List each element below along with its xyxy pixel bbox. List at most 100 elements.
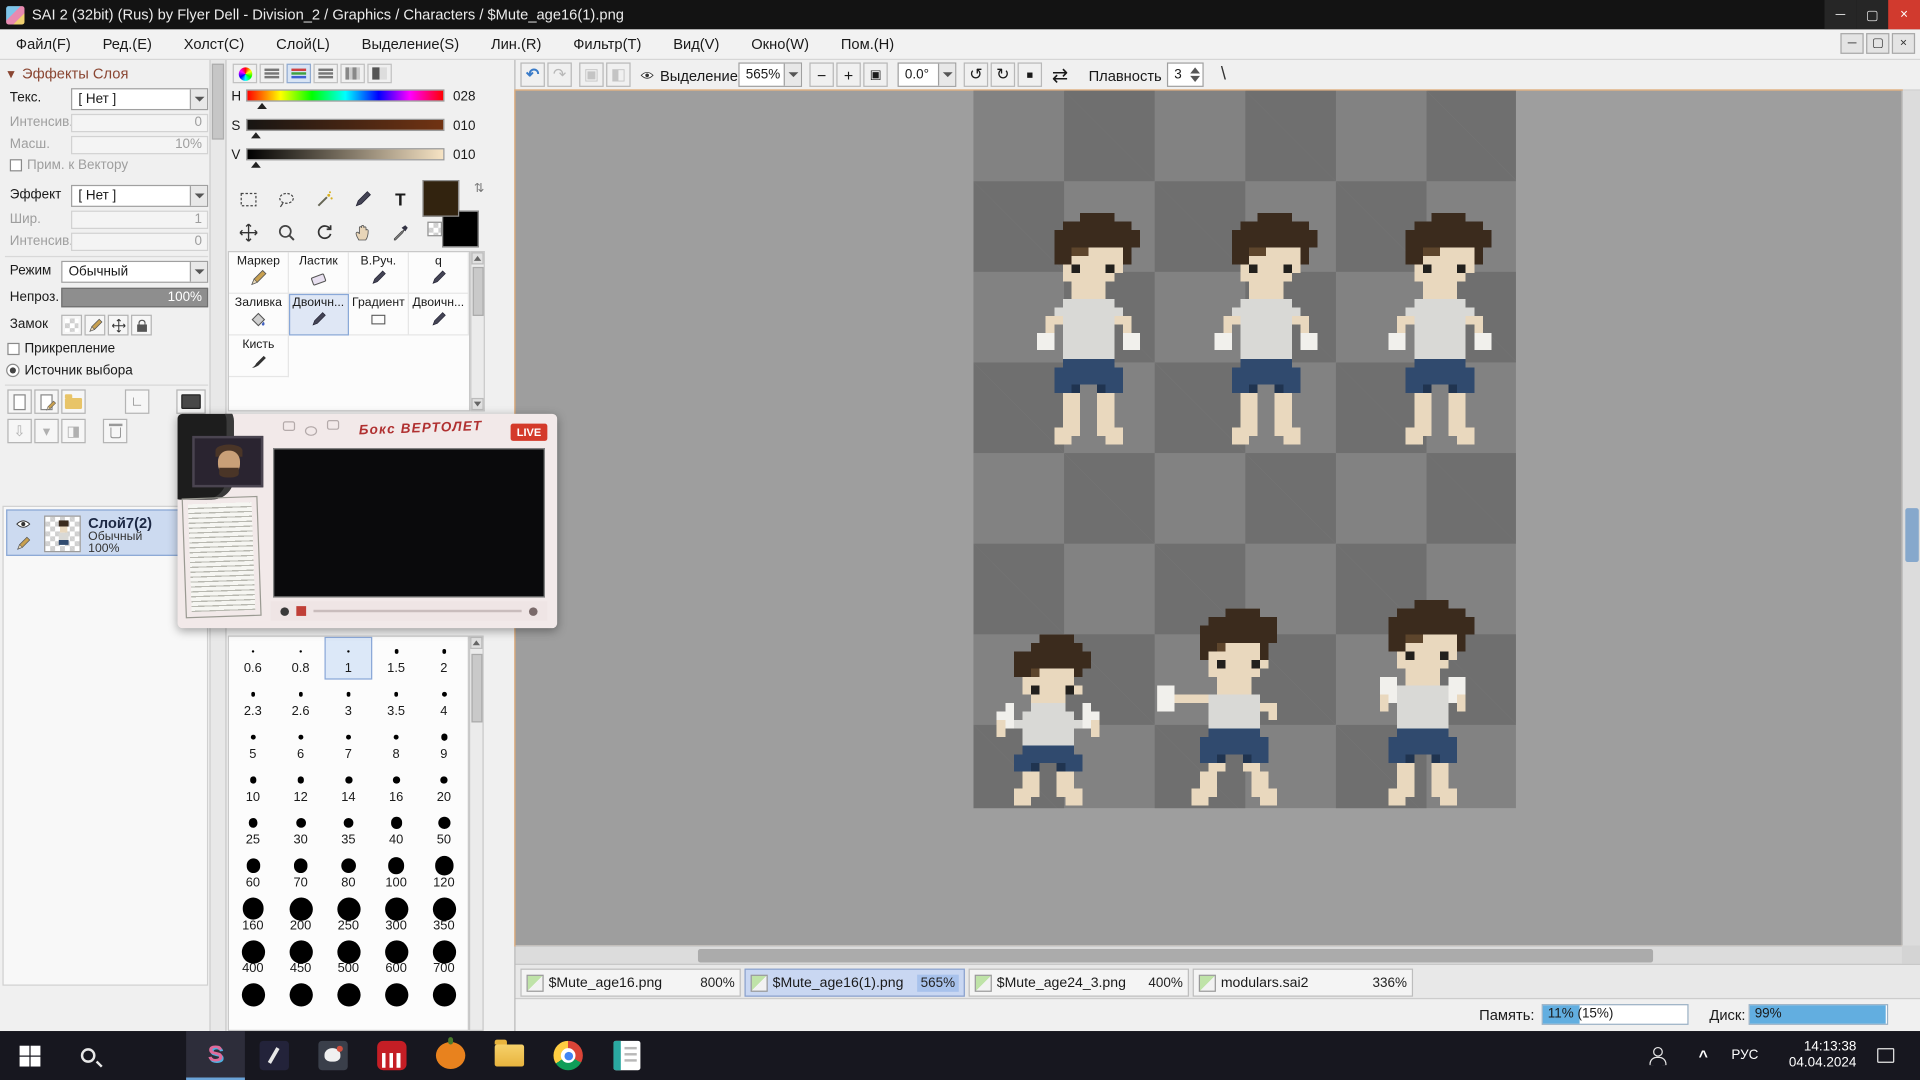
brush-size-item[interactable]: 50 (420, 808, 468, 851)
tray-show-hidden-icons[interactable]: ^ (1685, 1031, 1722, 1080)
clipping-checkbox[interactable] (7, 343, 19, 355)
brush-size-item[interactable]: 8 (372, 722, 420, 765)
texture-dropdown[interactable]: [ Нет ] (71, 88, 208, 110)
brush-size-item[interactable]: 4 (420, 680, 468, 723)
brush-size-item[interactable]: 3.5 (372, 680, 420, 723)
brush-size-item[interactable]: 2.6 (277, 680, 325, 723)
brush-item[interactable]: Двоичн... (409, 294, 469, 336)
zoom-tool[interactable] (268, 217, 305, 249)
swatches-view-button[interactable] (340, 64, 364, 84)
brush-size-item[interactable]: 5 (229, 722, 277, 765)
brush-size-item[interactable]: 30 (277, 808, 325, 851)
opacity-slider[interactable]: 100% (61, 288, 208, 308)
taskbar-app-explorer[interactable] (480, 1031, 539, 1080)
spinner-down-icon[interactable] (1190, 76, 1200, 82)
brush-size-item[interactable]: 35 (324, 808, 372, 851)
brush-item[interactable]: Двоичн... (289, 294, 349, 336)
brush-size-item[interactable] (372, 980, 420, 1023)
brush-size-item[interactable]: 12 (277, 765, 325, 808)
zoom-in-button[interactable]: + (836, 62, 860, 86)
spinner-up-icon[interactable] (1190, 67, 1200, 73)
brush-size-item[interactable]: 6 (277, 722, 325, 765)
brush-size-item[interactable] (420, 980, 468, 1023)
brush-size-item[interactable]: 9 (420, 722, 468, 765)
brush-size-item[interactable]: 120 (420, 851, 468, 894)
brush-size-item[interactable]: 1 (324, 637, 372, 680)
show-view-button[interactable] (176, 389, 205, 413)
brush-size-item[interactable]: 2.3 (229, 680, 277, 723)
brush-size-item[interactable]: 80 (324, 851, 372, 894)
brush-size-item[interactable]: 600 (372, 937, 420, 980)
taskbar-app-pumpkin[interactable] (421, 1031, 480, 1080)
brush-size-scrollbar[interactable] (469, 636, 484, 1032)
bars-view-button[interactable] (260, 64, 284, 84)
hue-slider[interactable] (246, 89, 444, 101)
selection-clear-button[interactable]: ◧ (606, 62, 630, 86)
brush-size-item[interactable]: 400 (229, 937, 277, 980)
scale-field[interactable]: 10% (71, 136, 208, 154)
brush-size-item[interactable]: 200 (277, 894, 325, 937)
stroke-line-icon[interactable]: \ (1221, 64, 1226, 85)
merge-down-button[interactable]: ▾ (34, 419, 58, 443)
new-layer-button[interactable] (7, 389, 31, 413)
brush-size-item[interactable]: 70 (277, 851, 325, 894)
menu-item-0[interactable]: Файл(F) (0, 31, 87, 58)
ruler-tool-button[interactable]: ∟ (125, 389, 149, 413)
close-button[interactable]: × (1888, 0, 1920, 29)
lock-transparency-button[interactable] (61, 315, 82, 336)
brush-size-item[interactable] (277, 980, 325, 1023)
hand-tool[interactable] (344, 217, 381, 249)
brush-size-item[interactable]: 1.5 (372, 637, 420, 680)
doc-restore-button[interactable]: ▢ (1866, 33, 1889, 54)
lasso-tool[interactable] (268, 184, 305, 216)
document-tab[interactable]: modulars.sai2336% (1193, 969, 1413, 997)
menu-item-8[interactable]: Окно(W) (735, 31, 825, 58)
menu-item-7[interactable]: Вид(V) (657, 31, 735, 58)
brush-item[interactable]: Градиент (349, 294, 409, 336)
brush-size-item[interactable]: 3 (324, 680, 372, 723)
layer-row[interactable]: Слой7(2) Обычный 100% (6, 509, 202, 556)
brush-list-scrollbar[interactable] (470, 251, 485, 411)
brush-size-item[interactable]: 20 (420, 765, 468, 808)
effect-dropdown[interactable]: [ Нет ] (71, 185, 208, 207)
brush-size-item[interactable]: 250 (324, 894, 372, 937)
brush-size-item[interactable] (229, 980, 277, 1023)
new-sketch-layer-button[interactable] (34, 389, 58, 413)
brush-size-item[interactable]: 300 (372, 894, 420, 937)
rect-select-tool[interactable] (230, 184, 267, 216)
rotate-ccw-button[interactable]: ↺ (964, 62, 988, 86)
rotate-tool[interactable] (306, 217, 343, 249)
taskbar-app-sai[interactable]: S (186, 1031, 245, 1080)
brush-item[interactable]: В.Руч. (349, 252, 409, 294)
rgb-sliders-view-button[interactable] (287, 64, 311, 84)
apply-to-vector-checkbox[interactable] (10, 159, 22, 171)
brush-size-item[interactable]: 60 (229, 851, 277, 894)
brush-size-item[interactable]: 160 (229, 894, 277, 937)
layer-visibility-eye-icon[interactable] (15, 517, 32, 532)
transparent-color-swatch[interactable] (427, 222, 442, 237)
minimize-button[interactable]: ─ (1824, 0, 1856, 29)
brush-size-item[interactable] (324, 980, 372, 1023)
canvas-viewport[interactable] (516, 91, 1902, 946)
start-button[interactable] (0, 1031, 59, 1080)
text-tool[interactable]: T (382, 184, 419, 216)
zoom-fit-button[interactable]: ▣ (863, 62, 887, 86)
menu-item-2[interactable]: Холст(C) (168, 31, 260, 58)
canvas-image[interactable] (973, 91, 1515, 809)
brush-size-item[interactable]: 350 (420, 894, 468, 937)
rotate-cw-button[interactable]: ↻ (991, 62, 1015, 86)
brush-size-item[interactable]: 10 (229, 765, 277, 808)
document-tab[interactable]: $Mute_age16.png800% (520, 969, 740, 997)
brush-size-item[interactable]: 2 (420, 637, 468, 680)
mixer-view-button[interactable] (367, 64, 391, 84)
brush-item[interactable]: Заливка (229, 294, 289, 336)
hue-marker[interactable] (257, 103, 267, 109)
menu-item-1[interactable]: Ред.(E) (87, 31, 168, 58)
panel-collapse-icon[interactable]: ▾ (7, 65, 14, 82)
lock-all-button[interactable] (131, 315, 152, 336)
menu-item-5[interactable]: Лин.(R) (475, 31, 557, 58)
move-tool[interactable] (230, 217, 267, 249)
brush-size-item[interactable]: 0.6 (229, 637, 277, 680)
value-slider[interactable] (246, 148, 444, 160)
saturation-marker[interactable] (251, 132, 261, 138)
